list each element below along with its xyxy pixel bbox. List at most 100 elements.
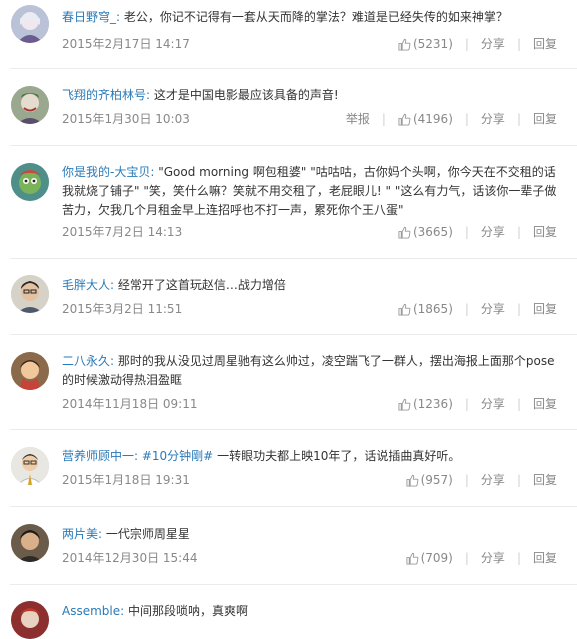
- comment-actions: 举报 | (4196) | 分享 | 回复: [346, 110, 557, 128]
- comment-text: 毛胖大人: 经常开了这首玩赵信…战力增倍: [62, 276, 563, 295]
- share-button[interactable]: 分享: [481, 549, 505, 567]
- avatar[interactable]: [11, 163, 49, 201]
- avatar[interactable]: [11, 352, 49, 390]
- share-button[interactable]: 分享: [481, 110, 505, 128]
- divider: |: [516, 302, 521, 316]
- like-count: (3665): [412, 225, 453, 239]
- comment-actions: (1236) | 分享 | 回复: [398, 395, 557, 413]
- comment-timestamp: 2015年3月2日 11:51: [62, 302, 183, 316]
- reply-button[interactable]: 回复: [533, 300, 557, 318]
- comment-divider: [10, 429, 577, 430]
- comment-body: 老公，你记不记得有一套从天而降的掌法？难道是已经失传的如来神掌？: [120, 10, 508, 24]
- divider: |: [516, 397, 521, 411]
- report-button[interactable]: 举报: [346, 110, 370, 128]
- comment-meta: 2015年2月17日 14:17 (5231) | 分享 | 回复: [62, 35, 563, 53]
- thumbs-up-icon: [398, 398, 411, 411]
- divider: |: [516, 37, 521, 51]
- reply-button[interactable]: 回复: [533, 110, 557, 128]
- comment-body: 这才是中国电影最应该具备的声音!: [150, 88, 339, 102]
- comment-divider: [10, 506, 577, 507]
- thumbs-up-icon: [398, 226, 411, 239]
- thumbs-up-icon: [398, 38, 411, 51]
- divider: |: [464, 37, 469, 51]
- divider: |: [464, 551, 469, 565]
- share-button[interactable]: 分享: [481, 471, 505, 489]
- like-button[interactable]: (709): [406, 549, 453, 567]
- divider: |: [464, 397, 469, 411]
- divider: |: [516, 225, 521, 239]
- like-count: (957): [420, 473, 453, 487]
- divider: |: [381, 112, 386, 126]
- avatar[interactable]: [11, 86, 49, 124]
- comment-username[interactable]: 你是我的-大宝贝:: [62, 165, 154, 179]
- comment-text: 营养师顾中一: #10分钟剛# 一转眼功夫都上映10年了，话说插曲真好听。: [62, 447, 563, 466]
- like-button[interactable]: (1865): [398, 300, 453, 318]
- divider: |: [464, 302, 469, 316]
- divider: |: [464, 473, 469, 487]
- comment-actions: (5231) | 分享 | 回复: [398, 35, 557, 53]
- reply-button[interactable]: 回复: [533, 35, 557, 53]
- avatar[interactable]: [11, 275, 49, 313]
- comment-meta: 2014年11月18日 09:11 (1236) | 分享 | 回复: [62, 395, 563, 413]
- comment-text: 二八永久: 那时的我从没见过周星驰有这么帅过，凌空踹飞了一群人，摆出海报上面那个…: [62, 352, 563, 390]
- comment-body: 经常开了这首玩赵信…战力增倍: [114, 278, 286, 292]
- comment-divider: [10, 145, 577, 146]
- divider: |: [464, 225, 469, 239]
- reply-button[interactable]: 回复: [533, 395, 557, 413]
- comment-divider: [10, 258, 577, 259]
- comment-timestamp: 2014年12月30日 15:44: [62, 551, 198, 565]
- like-count: (5231): [412, 37, 453, 51]
- avatar[interactable]: [11, 524, 49, 562]
- comment-username[interactable]: Assemble:: [62, 604, 124, 618]
- comment-actions: (3665) | 分享 | 回复: [398, 223, 557, 241]
- topic-hashtag[interactable]: #10分钟剛#: [138, 449, 213, 463]
- comment-body: 一代宗师周星星: [102, 527, 190, 541]
- comment-divider: [10, 334, 577, 335]
- share-button[interactable]: 分享: [481, 395, 505, 413]
- share-button[interactable]: 分享: [481, 35, 505, 53]
- comment-timestamp: 2015年1月30日 10:03: [62, 112, 190, 126]
- comment-divider: [10, 68, 577, 69]
- comment-text: 你是我的-大宝贝: "Good morning 啊包租婆" "咕咕咕，古你妈个头…: [62, 163, 563, 220]
- like-button[interactable]: (5231): [398, 35, 453, 53]
- comment-body: 一转眼功夫都上映10年了，话说插曲真好听。: [213, 449, 461, 463]
- share-button[interactable]: 分享: [481, 300, 505, 318]
- comment-meta: 2015年7月2日 14:13 (3665) | 分享 | 回复: [62, 223, 563, 241]
- thumbs-up-icon: [406, 552, 418, 565]
- comment-text: 两片美: 一代宗师周星星: [62, 525, 563, 544]
- avatar[interactable]: [11, 447, 49, 485]
- like-button[interactable]: (3665): [398, 223, 453, 241]
- comment-timestamp: 2015年7月2日 14:13: [62, 225, 183, 239]
- thumbs-up-icon: [398, 303, 411, 316]
- reply-button[interactable]: 回复: [533, 549, 557, 567]
- divider: |: [516, 551, 521, 565]
- reply-button[interactable]: 回复: [533, 223, 557, 241]
- comment-username[interactable]: 毛胖大人:: [62, 278, 114, 292]
- thumbs-up-icon: [398, 113, 411, 126]
- comment-actions: (957) | 分享 | 回复: [406, 471, 557, 489]
- comment-meta: 2014年12月30日 15:44 (709) | 分享 | 回复: [62, 549, 563, 567]
- comment-text: 飞翔的齐柏林号: 这才是中国电影最应该具备的声音!: [62, 86, 563, 105]
- like-count: (4196): [412, 112, 453, 126]
- comment-username[interactable]: 春日野穹_:: [62, 10, 120, 24]
- comment-body: 那时的我从没见过周星驰有这么帅过，凌空踹飞了一群人，摆出海报上面那个pose的时…: [62, 354, 555, 387]
- comment-text: Assemble: 中间那段唢呐，真爽啊: [62, 602, 563, 621]
- comment-body: 中间那段唢呐，真爽啊: [124, 604, 248, 618]
- comment-meta: 2015年1月30日 10:03 举报 | (4196) | 分享 | 回复: [62, 110, 563, 128]
- avatar[interactable]: [11, 5, 49, 43]
- share-button[interactable]: 分享: [481, 223, 505, 241]
- divider: |: [464, 112, 469, 126]
- like-button[interactable]: (957): [406, 471, 453, 489]
- divider: |: [516, 112, 521, 126]
- comment-username[interactable]: 营养师顾中一:: [62, 449, 138, 463]
- divider: |: [516, 473, 521, 487]
- comment-username[interactable]: 飞翔的齐柏林号:: [62, 88, 150, 102]
- reply-button[interactable]: 回复: [533, 471, 557, 489]
- comment-username[interactable]: 两片美:: [62, 527, 102, 541]
- like-button[interactable]: (4196): [398, 110, 453, 128]
- avatar[interactable]: [11, 601, 49, 639]
- like-count: (1236): [412, 397, 453, 411]
- comment-username[interactable]: 二八永久:: [62, 354, 114, 368]
- like-button[interactable]: (1236): [398, 395, 453, 413]
- comment-meta: 2015年3月2日 11:51 (1865) | 分享 | 回复: [62, 300, 563, 318]
